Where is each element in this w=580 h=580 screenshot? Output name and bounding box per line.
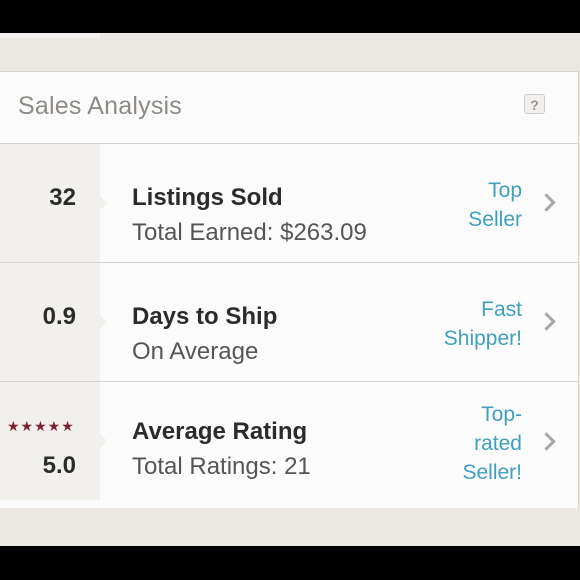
stat-notch: [100, 315, 107, 329]
listings-sold-count: 32: [49, 184, 76, 211]
badge-line: Fast: [481, 298, 522, 321]
stat-notch: [100, 196, 107, 210]
badge-line: Seller: [468, 208, 522, 231]
days-to-ship-value: 0.9: [42, 303, 76, 330]
chevron-right-icon: [537, 312, 556, 331]
row-subtitle: Total Ratings: 21: [132, 453, 311, 480]
row-title: Listings Sold: [132, 184, 283, 211]
row-days-to-ship[interactable]: 0.9 Days to Ship On Average Fast Shipper…: [0, 263, 578, 382]
top-seller-badge: Top Seller: [468, 176, 522, 234]
row-subtitle: On Average: [132, 338, 259, 365]
average-rating-value: 5.0: [42, 452, 76, 479]
stat-column: 0.9: [0, 263, 107, 381]
stat-notch: [100, 434, 107, 448]
top-rated-seller-badge: Top- rated Seller!: [462, 400, 522, 487]
badge-line: Seller!: [462, 461, 522, 484]
chevron-right-icon: [537, 432, 556, 451]
badge-line: rated: [474, 432, 522, 455]
badge-line: Top: [488, 179, 522, 202]
row-title: Average Rating: [132, 418, 308, 445]
badge-line: Shipper!: [443, 327, 522, 350]
help-icon[interactable]: ?: [524, 94, 545, 114]
row-average-rating[interactable]: ★★★★★ 5.0 Average Rating Total Ratings: …: [0, 382, 578, 500]
stat-column: 32: [0, 144, 107, 262]
top-strip: [0, 33, 580, 71]
fast-shipper-badge: Fast Shipper!: [444, 295, 522, 353]
bottom-strip: [0, 508, 580, 546]
sales-analysis-card: Sales Analysis ? 32 Listings Sold Total …: [0, 71, 579, 509]
stat-column: ★★★★★ 5.0: [0, 382, 107, 500]
row-listings-sold[interactable]: 32 Listings Sold Total Earned: $263.09 T…: [0, 144, 578, 263]
page-title: Sales Analysis: [18, 92, 182, 120]
top-strip-highlight: [0, 33, 100, 38]
card-header: Sales Analysis ?: [0, 72, 578, 144]
row-subtitle: Total Earned: $263.09: [132, 219, 367, 246]
row-title: Days to Ship: [132, 303, 278, 330]
star-icon: ★★★★★: [7, 418, 75, 434]
chevron-right-icon: [537, 193, 556, 212]
badge-line: Top-: [481, 403, 522, 426]
screen: Sales Analysis ? 32 Listings Sold Total …: [0, 33, 580, 546]
